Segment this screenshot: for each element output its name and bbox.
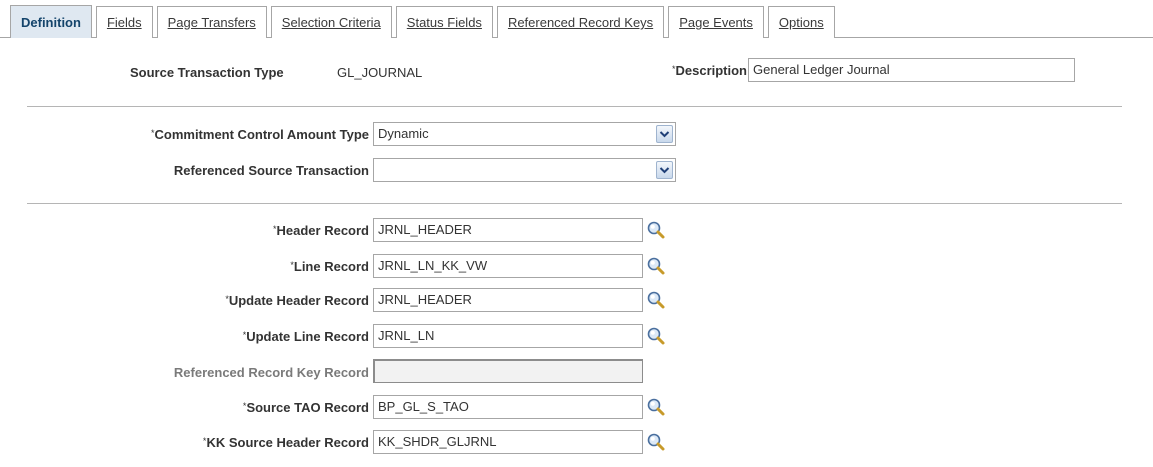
update-line-record-field[interactable]: JRNL_LN [373, 324, 643, 348]
required-marker: * [150, 128, 155, 138]
required-marker: * [242, 401, 247, 411]
update-line-record-label: *Update Line Record [243, 329, 369, 344]
referenced-record-key-record-label: Referenced Record Key Record [173, 365, 369, 380]
source-tao-record-label-text: Source TAO Record [246, 400, 369, 415]
line-record-label: *Line Record [290, 259, 369, 274]
commitment-control-amount-type-value: Dynamic [378, 126, 429, 141]
tab-referenced-record-keys-label: Referenced Record Keys [507, 15, 654, 30]
magnifier-lookup-icon[interactable] [646, 397, 666, 417]
header-record-label: *Header Record [273, 223, 369, 238]
required-marker: * [671, 64, 676, 74]
tab-selection-criteria[interactable]: Selection Criteria [270, 6, 392, 38]
required-marker: * [273, 224, 277, 234]
magnifier-lookup-icon[interactable] [646, 220, 666, 240]
tab-referenced-record-keys[interactable]: Referenced Record Keys [496, 6, 665, 38]
section-divider-1 [27, 106, 1122, 107]
required-marker: * [225, 294, 229, 304]
tab-definition-label: Definition [21, 14, 81, 30]
tab-page-transfers-label: Page Transfers [167, 15, 256, 30]
header-record-label-text: Header Record [276, 223, 369, 238]
tab-bar: Definition Fields Page Transfers Selecti… [0, 0, 1153, 38]
referenced-source-transaction-select[interactable] [373, 158, 676, 182]
update-line-record-label-text: Update Line Record [246, 329, 369, 344]
tab-selection-criteria-label: Selection Criteria [281, 15, 381, 30]
magnifier-lookup-icon[interactable] [646, 432, 666, 452]
tab-fields[interactable]: Fields [95, 6, 153, 38]
tab-page-events-label: Page Events [679, 15, 753, 30]
description-label-text: Description [675, 63, 747, 78]
source-tao-record-label: *Source TAO Record [243, 400, 369, 415]
commitment-control-amount-type-label: *Commitment Control Amount Type [151, 127, 369, 142]
update-header-record-label: *Update Header Record [225, 293, 369, 308]
tab-page-events[interactable]: Page Events [668, 6, 764, 38]
tab-definition[interactable]: Definition [10, 5, 92, 38]
line-record-label-text: Line Record [293, 259, 369, 274]
tab-status-fields[interactable]: Status Fields [395, 6, 493, 38]
tab-status-fields-label: Status Fields [406, 15, 482, 30]
magnifier-lookup-icon[interactable] [646, 290, 666, 310]
referenced-source-transaction-label: Referenced Source Transaction [173, 163, 369, 178]
kk-source-header-record-label-text: KK Source Header Record [206, 435, 369, 450]
magnifier-lookup-icon[interactable] [646, 326, 666, 346]
update-header-record-label-text: Update Header Record [228, 293, 369, 308]
header-record-field[interactable]: JRNL_HEADER [373, 218, 643, 242]
chevron-down-icon[interactable] [656, 125, 673, 143]
commitment-control-amount-type-select[interactable]: Dynamic [373, 122, 676, 146]
description-label: *Description [672, 63, 747, 78]
chevron-down-icon[interactable] [656, 161, 673, 179]
tab-fields-label: Fields [106, 15, 142, 30]
tab-page-transfers[interactable]: Page Transfers [156, 6, 267, 38]
tab-options-label: Options [778, 15, 824, 30]
source-tao-record-field[interactable]: BP_GL_S_TAO [373, 395, 643, 419]
required-marker: * [242, 330, 247, 340]
source-transaction-type-label: Source Transaction Type [130, 65, 284, 80]
update-header-record-field[interactable]: JRNL_HEADER [373, 288, 643, 312]
kk-source-header-record-label: *KK Source Header Record [203, 435, 369, 450]
kk-source-header-record-field[interactable]: KK_SHDR_GLJRNL [373, 430, 643, 454]
magnifier-lookup-icon[interactable] [646, 256, 666, 276]
description-field[interactable]: General Ledger Journal [748, 58, 1075, 82]
commitment-control-amount-type-label-text: Commitment Control Amount Type [154, 127, 370, 142]
referenced-record-key-record-field [373, 359, 643, 383]
required-marker: * [290, 260, 294, 270]
tab-options[interactable]: Options [767, 6, 835, 38]
required-marker: * [202, 436, 207, 446]
line-record-field[interactable]: JRNL_LN_KK_VW [373, 254, 643, 278]
source-transaction-type-value: GL_JOURNAL [337, 65, 423, 80]
section-divider-2 [27, 203, 1122, 204]
